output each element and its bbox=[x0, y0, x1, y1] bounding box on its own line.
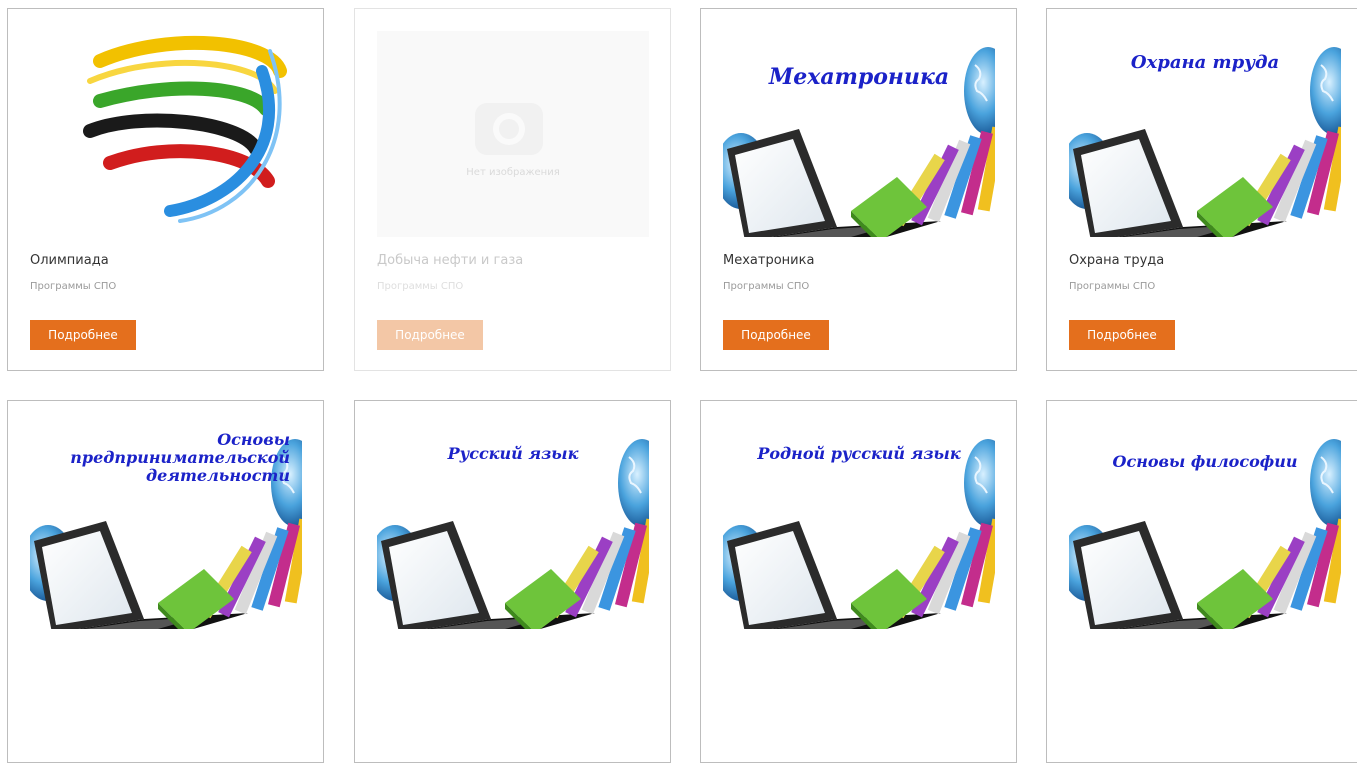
course-title[interactable]: Добыча нефти и газа bbox=[377, 253, 523, 268]
course-image[interactable]: Мехатроника bbox=[723, 31, 995, 237]
course-title[interactable]: Олимпиада bbox=[30, 253, 109, 268]
cover-title: Родной русский язык bbox=[757, 444, 961, 463]
course-category: Программы СПО bbox=[723, 281, 810, 292]
camera-icon bbox=[475, 103, 543, 155]
course-category: Программы СПО bbox=[377, 281, 464, 292]
cover-title: Основы философии bbox=[1112, 452, 1298, 471]
course-card[interactable]: Русский язык bbox=[354, 400, 671, 763]
course-card[interactable]: Нет изображения Добыча нефти и газа Прог… bbox=[354, 8, 671, 371]
course-image[interactable]: Охрана труда bbox=[1069, 31, 1341, 237]
course-image[interactable]: Основы философии bbox=[1069, 423, 1341, 629]
cover-title: Основы предпринимательской деятельности bbox=[70, 430, 290, 485]
course-category: Программы СПО bbox=[1069, 281, 1156, 292]
course-card[interactable]: Охрана труда Охрана труда Программы СПО … bbox=[1046, 8, 1357, 371]
course-category: Программы СПО bbox=[30, 281, 117, 292]
cover-title: Русский язык bbox=[447, 444, 579, 463]
details-button[interactable]: Подробнее bbox=[30, 320, 136, 350]
course-card[interactable]: Основы предпринимательской деятельности bbox=[7, 400, 324, 763]
course-card[interactable]: Мехатроника Мехатроника Программы СПО По… bbox=[700, 8, 1017, 371]
details-button[interactable]: Подробнее bbox=[723, 320, 829, 350]
course-image[interactable] bbox=[30, 31, 302, 237]
course-image[interactable]: Русский язык bbox=[377, 423, 649, 629]
course-card[interactable]: Родной русский язык bbox=[700, 400, 1017, 763]
no-image-text: Нет изображения bbox=[466, 167, 560, 178]
details-button[interactable]: Подробнее bbox=[377, 320, 483, 350]
course-image[interactable]: Основы предпринимательской деятельности bbox=[30, 423, 302, 629]
course-title[interactable]: Мехатроника bbox=[723, 253, 814, 268]
course-image-placeholder[interactable]: Нет изображения bbox=[377, 31, 649, 237]
course-title[interactable]: Охрана труда bbox=[1069, 253, 1164, 268]
course-image[interactable]: Родной русский язык bbox=[723, 423, 995, 629]
cover-title: Охрана труда bbox=[1130, 52, 1280, 73]
course-card[interactable]: Основы философии bbox=[1046, 400, 1357, 763]
cover-title: Мехатроника bbox=[768, 64, 950, 90]
course-card[interactable]: Олимпиада Программы СПО Подробнее bbox=[7, 8, 324, 371]
details-button[interactable]: Подробнее bbox=[1069, 320, 1175, 350]
